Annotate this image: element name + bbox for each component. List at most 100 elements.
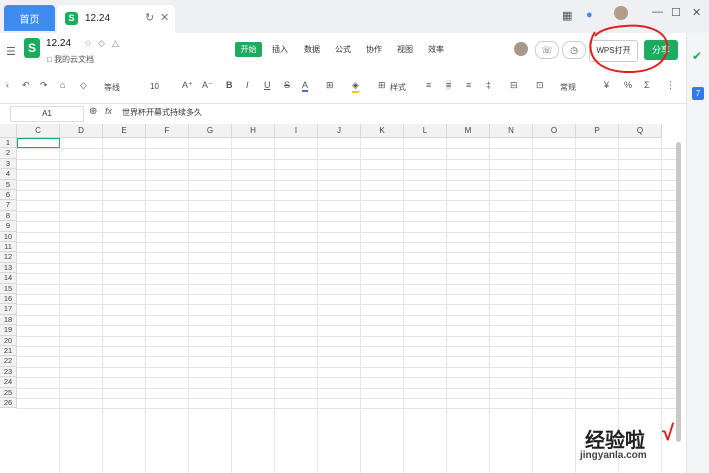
- tab-home[interactable]: 首页: [4, 5, 55, 31]
- column-header-d[interactable]: D: [60, 124, 103, 138]
- row-header-21[interactable]: 21: [0, 346, 17, 357]
- close-window-icon[interactable]: ✕: [692, 6, 701, 19]
- row-header-1[interactable]: 1: [0, 138, 17, 149]
- row-header-8[interactable]: 8: [0, 210, 17, 222]
- align-left-icon[interactable]: ≡: [426, 80, 431, 90]
- bold-icon[interactable]: B: [226, 80, 233, 90]
- row-header-3[interactable]: 3: [0, 158, 17, 170]
- star-icon[interactable]: ☆: [84, 38, 92, 49]
- fill-color-icon[interactable]: ◈: [352, 80, 359, 93]
- tag-icon[interactable]: ◇: [98, 38, 105, 49]
- column-header-l[interactable]: L: [404, 124, 447, 138]
- row-header-26[interactable]: 26: [0, 398, 17, 409]
- sum-icon[interactable]: Σ: [644, 80, 650, 90]
- column-header-h[interactable]: H: [232, 124, 275, 138]
- row-header-23[interactable]: 23: [0, 366, 17, 378]
- vertical-align-icon[interactable]: ‡: [486, 80, 491, 90]
- eraser-icon[interactable]: ◇: [80, 80, 87, 91]
- row-header-2[interactable]: 2: [0, 148, 17, 159]
- spreadsheet-grid[interactable]: CDEFGHIJKLMNOPQ 1 2 3 4 5 6 7 8 9 10 11 12 13 14 15 16 1…: [0, 124, 686, 473]
- column-header-q[interactable]: Q: [619, 124, 662, 138]
- cloud-icon[interactable]: △: [112, 38, 119, 49]
- redo-arrow-icon[interactable]: ↷: [40, 80, 48, 91]
- undo-icon[interactable]: ‹: [6, 80, 9, 90]
- row-header-15[interactable]: 15: [0, 283, 17, 294]
- maximize-icon[interactable]: ☐: [671, 6, 681, 19]
- apps-grid-icon[interactable]: ▦: [562, 9, 572, 22]
- wrap-text-icon[interactable]: ⊡: [536, 80, 544, 91]
- fx-label[interactable]: fx: [105, 106, 112, 116]
- more-icon[interactable]: ⋮: [666, 80, 675, 91]
- menu-tab-data[interactable]: 数据: [304, 44, 320, 55]
- strikethrough-icon[interactable]: S: [284, 80, 290, 90]
- italic-icon[interactable]: I: [246, 80, 249, 90]
- increase-font-icon[interactable]: A⁺: [182, 80, 193, 91]
- select-all-corner[interactable]: [0, 124, 17, 138]
- menu-tab-view[interactable]: 视图: [397, 44, 413, 55]
- minimize-icon[interactable]: —: [652, 6, 663, 18]
- close-tab-icon[interactable]: ✕: [160, 11, 169, 24]
- menu-tab-start[interactable]: 开始: [235, 42, 262, 57]
- row-header-7[interactable]: 7: [0, 200, 17, 211]
- row-header-22[interactable]: 22: [0, 356, 17, 367]
- call-icon[interactable]: ☏: [535, 41, 559, 59]
- underline-icon[interactable]: U: [264, 80, 271, 90]
- avatar[interactable]: [614, 6, 628, 20]
- currency-icon[interactable]: ¥: [604, 80, 609, 90]
- row-header-17[interactable]: 17: [0, 304, 17, 315]
- check-app-icon[interactable]: ✔: [692, 49, 702, 63]
- row-header-12[interactable]: 12: [0, 252, 17, 263]
- align-right-icon[interactable]: ≡: [466, 80, 471, 90]
- border-icon[interactable]: ⊞: [326, 80, 334, 91]
- cell-style-label[interactable]: 样式: [390, 82, 406, 93]
- refresh-icon[interactable]: ↻: [145, 11, 154, 24]
- decrease-font-icon[interactable]: A⁻: [202, 80, 213, 91]
- column-header-e[interactable]: E: [103, 124, 146, 138]
- row-header-10[interactable]: 10: [0, 231, 17, 242]
- column-header-c[interactable]: C: [17, 124, 60, 138]
- font-size-select[interactable]: 10: [150, 82, 159, 91]
- document-title[interactable]: 12.24: [46, 38, 71, 49]
- row-header-4[interactable]: 4: [0, 169, 17, 180]
- column-header-f[interactable]: F: [146, 124, 189, 138]
- column-header-k[interactable]: K: [361, 124, 404, 138]
- row-header-20[interactable]: 20: [0, 335, 17, 346]
- font-color-icon[interactable]: A: [302, 80, 309, 92]
- menu-tab-efficiency[interactable]: 效率: [428, 44, 444, 55]
- column-header-o[interactable]: O: [533, 124, 576, 138]
- menu-tab-formula[interactable]: 公式: [335, 44, 351, 55]
- row-header-11[interactable]: 11: [0, 242, 17, 253]
- vertical-scrollbar[interactable]: [676, 142, 681, 442]
- row-header-6[interactable]: 6: [0, 190, 17, 201]
- row-header-14[interactable]: 14: [0, 273, 17, 284]
- align-center-icon[interactable]: ≡: [446, 80, 452, 90]
- collaborator-avatar[interactable]: [514, 42, 528, 56]
- tab-document[interactable]: S 12.24 ↻ ✕: [57, 5, 175, 33]
- menu-tab-collab[interactable]: 协作: [366, 44, 382, 55]
- column-header-n[interactable]: N: [490, 124, 533, 138]
- column-header-g[interactable]: G: [189, 124, 232, 138]
- column-header-j[interactable]: J: [318, 124, 361, 138]
- column-header-m[interactable]: M: [447, 124, 490, 138]
- cell-style-icon[interactable]: ⊞: [378, 80, 386, 91]
- column-header-i[interactable]: I: [275, 124, 318, 138]
- calendar-icon[interactable]: 7: [692, 87, 704, 100]
- row-header-5[interactable]: 5: [0, 179, 17, 190]
- cell-name-box[interactable]: A1: [10, 106, 84, 122]
- chat-icon[interactable]: ●: [586, 9, 593, 21]
- menu-tab-insert[interactable]: 插入: [272, 44, 288, 55]
- selected-cell[interactable]: [17, 138, 60, 148]
- undo-arrow-icon[interactable]: ↶: [22, 80, 30, 91]
- formula-content[interactable]: 世界杯开幕式持续多久: [122, 107, 202, 118]
- history-icon[interactable]: ◷: [562, 41, 586, 59]
- row-header-18[interactable]: 18: [0, 314, 17, 326]
- row-header-13[interactable]: 13: [0, 262, 17, 274]
- font-select[interactable]: 等线: [104, 82, 120, 93]
- document-location[interactable]: □ 我的云文档: [47, 54, 94, 65]
- number-format-select[interactable]: 常规: [560, 82, 576, 93]
- hamburger-menu-icon[interactable]: ☰: [6, 45, 16, 58]
- row-header-16[interactable]: 16: [0, 294, 17, 305]
- percent-icon[interactable]: %: [624, 80, 632, 90]
- merge-cells-icon[interactable]: ⊟: [510, 80, 518, 91]
- row-header-25[interactable]: 25: [0, 387, 17, 398]
